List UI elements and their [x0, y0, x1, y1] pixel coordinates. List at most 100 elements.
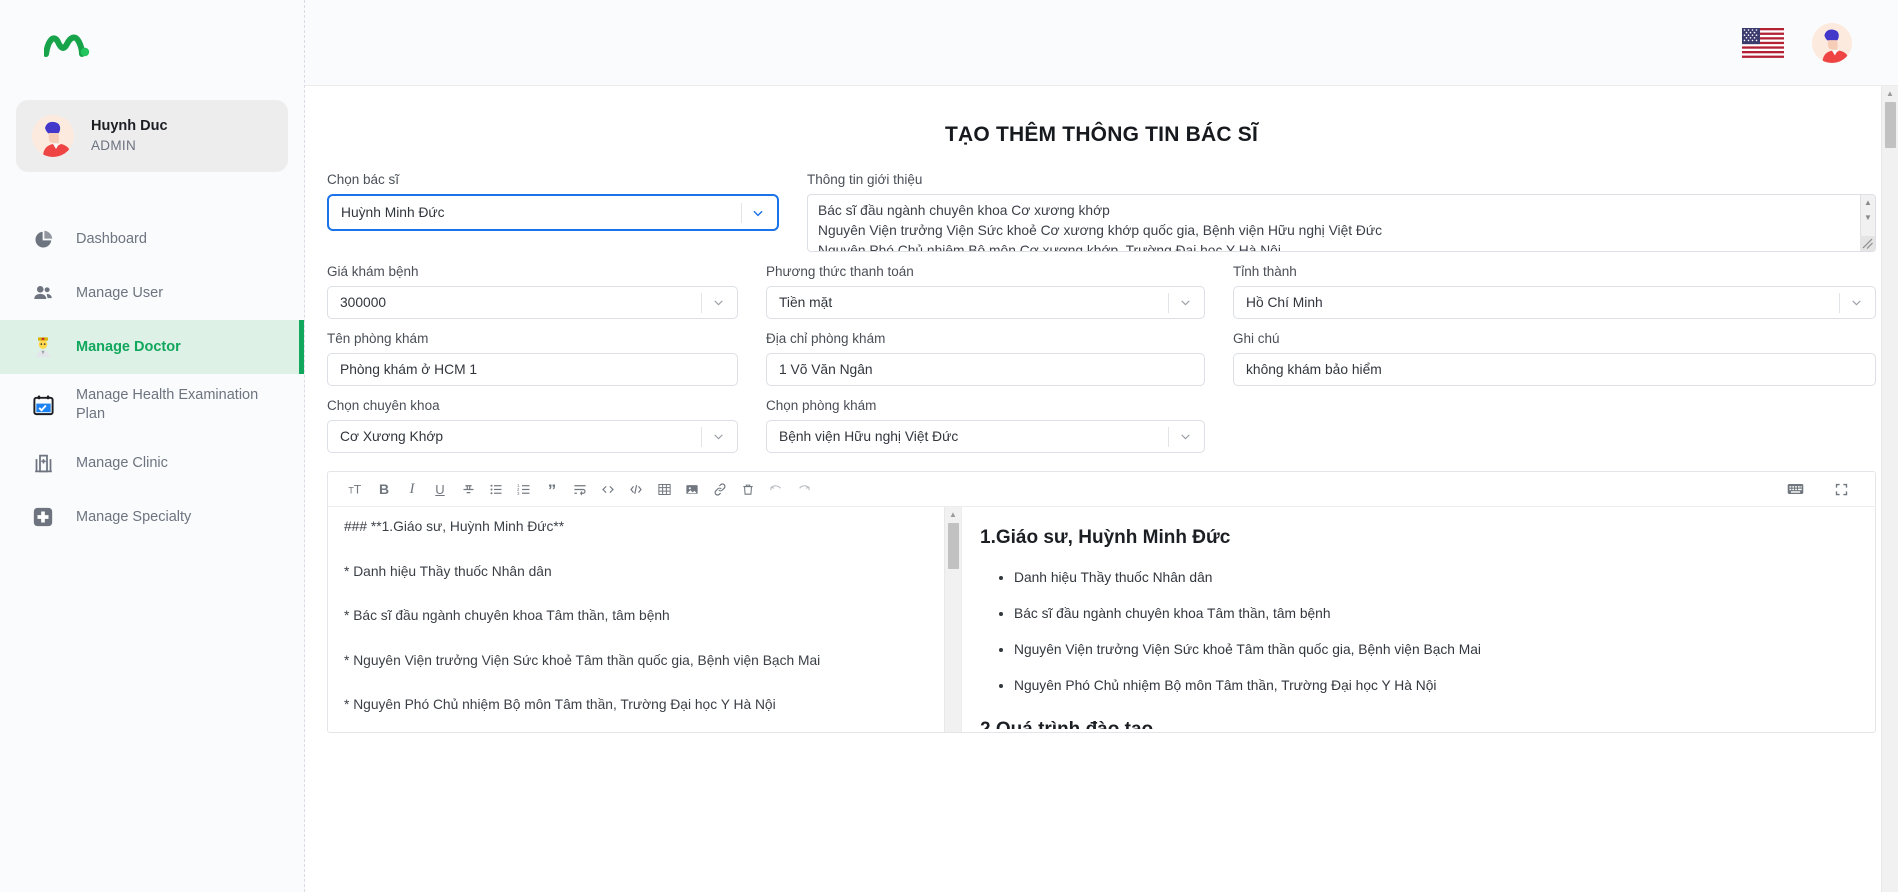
intro-line: Nguyên Phó Chủ nhiệm Bộ môn Cơ xương khớ… [818, 243, 1281, 252]
specialty-select[interactable]: Cơ Xương Khớp [327, 420, 738, 453]
topbar-avatar[interactable] [1812, 22, 1852, 63]
scrollbar-thumb[interactable] [947, 523, 959, 569]
source-pane-scrollbar[interactable]: ▲ [944, 507, 961, 732]
sidebar-item-manage-doctor[interactable]: Manage Doctor [0, 320, 304, 374]
list-item: Bác sĩ đầu ngành chuyên khoa Tâm thần, t… [1014, 606, 1849, 621]
divider [1839, 292, 1840, 313]
scroll-down-icon[interactable]: ▼ [1864, 214, 1872, 222]
payment-value: Tiền mặt [779, 295, 833, 310]
doctor-select[interactable]: Huỳnh Minh Đức [327, 194, 779, 231]
unordered-list-icon[interactable] [482, 476, 510, 502]
clinic-name-value: Phòng khám ở HCM 1 [340, 362, 478, 377]
sidebar-user-role: ADMIN [91, 137, 136, 153]
keyboard-icon[interactable] [1781, 476, 1809, 502]
intro-line: Bác sĩ đầu ngành chuyên khoa Cơ xương kh… [818, 203, 1110, 218]
payment-select[interactable]: Tiền mặt [766, 286, 1205, 319]
markdown-preview-pane: 1.Giáo sư, Huỳnh Minh Đức Danh hiệu Thầy… [962, 507, 1875, 732]
note-value: không khám bảo hiểm [1246, 362, 1382, 377]
markdown-source-text: ### **1.Giáo sư, Huỳnh Minh Đức** * Danh… [328, 507, 961, 732]
field-label: Chọn chuyên khoa [327, 398, 440, 413]
field-label: Giá khám bệnh [327, 264, 419, 279]
chevron-down-icon[interactable] [1849, 296, 1863, 309]
quote-icon[interactable]: ” [538, 476, 566, 502]
scroll-up-icon[interactable]: ▲ [949, 511, 957, 519]
clinic-name-input[interactable]: Phòng khám ở HCM 1 [327, 353, 738, 386]
markdown-line: * Bác sĩ đầu ngành chuyên khoa Tâm thần,… [344, 608, 670, 623]
field-doctor: Chọn bác sĩ Huỳnh Minh Đức [327, 172, 779, 252]
markdown-line: * Danh hiệu Thầy thuốc Nhân dân [344, 563, 552, 579]
page-scrollbar[interactable]: ▲ [1881, 86, 1898, 892]
field-specialty: Chọn chuyên khoa Cơ Xương Khớp [327, 398, 738, 453]
sidebar-user-card[interactable]: Huynh Duc ADMIN [16, 100, 288, 172]
indent-icon[interactable] [566, 476, 594, 502]
image-icon[interactable] [678, 476, 706, 502]
list-item: Nguyên Phó Chủ nhiệm Bộ môn Tâm thần, Tr… [1014, 678, 1849, 693]
field-intro: Thông tin giới thiệu Bác sĩ đầu ngành ch… [807, 172, 1876, 252]
scroll-up-icon[interactable]: ▲ [1864, 199, 1872, 207]
province-select[interactable]: Hồ Chí Minh [1233, 286, 1876, 319]
scroll-up-icon[interactable]: ▲ [1886, 90, 1894, 98]
sidebar-nav: Dashboard Manage User Manage Doctor Mana… [0, 212, 304, 544]
clinic-address-value: 1 Võ Văn Ngân [779, 362, 873, 377]
chevron-down-icon[interactable] [711, 296, 725, 309]
scrollbar-thumb[interactable] [1884, 102, 1896, 148]
markdown-editor: TT B I U 123 ” ### **1.Giáo sư, Huỳnh Mi… [327, 471, 1876, 733]
inline-code-icon[interactable] [594, 476, 622, 502]
field-label: Thông tin giới thiệu [807, 172, 923, 187]
intro-textarea[interactable]: Bác sĩ đầu ngành chuyên khoa Cơ xương kh… [807, 194, 1876, 252]
clinic-address-input[interactable]: 1 Võ Văn Ngân [766, 353, 1205, 386]
intro-line: Nguyên Viện trưởng Viện Sức khoẻ Cơ xươn… [818, 223, 1383, 238]
sidebar-item-label: Manage Clinic [76, 454, 168, 471]
bold-icon[interactable]: B [370, 476, 398, 502]
sidebar-item-manage-clinic[interactable]: Manage Clinic [0, 436, 304, 490]
sidebar-item-label: Manage Health Examination Plan [76, 387, 259, 422]
resize-grip-icon[interactable] [1860, 236, 1875, 251]
note-input[interactable]: không khám bảo hiểm [1233, 353, 1876, 386]
divider [701, 292, 702, 313]
form-row-3: Tên phòng khám Phòng khám ở HCM 1 Địa ch… [327, 331, 1876, 386]
avatar [32, 115, 74, 157]
chevron-down-icon[interactable] [711, 430, 725, 443]
trash-icon[interactable] [734, 476, 762, 502]
chevron-down-icon[interactable] [1178, 296, 1192, 309]
ordered-list-icon[interactable]: 123 [510, 476, 538, 502]
form-row-4: Chọn chuyên khoa Cơ Xương Khớp Chọn phòn… [327, 398, 1876, 453]
app-logo[interactable] [0, 0, 304, 78]
field-label: Ghi chú [1233, 331, 1280, 346]
markdown-line: * Nguyên Phó Chủ nhiệm Bộ môn Tâm thần, … [344, 697, 776, 712]
redo-icon[interactable] [790, 476, 818, 502]
price-select[interactable]: 300000 [327, 286, 738, 319]
pie-chart-icon [30, 226, 56, 252]
sidebar-item-label: Manage Specialty [76, 508, 192, 525]
underline-icon[interactable]: U [426, 476, 454, 502]
field-clinic: Chọn phòng khám Bệnh viện Hữu nghị Việt … [766, 398, 1205, 453]
table-icon[interactable] [650, 476, 678, 502]
us-flag-icon[interactable] [1742, 27, 1784, 58]
sidebar-item-manage-user[interactable]: Manage User [0, 266, 304, 320]
app-root: Huynh Duc ADMIN Dashboard Manage User Ma… [0, 0, 1898, 892]
divider [701, 426, 702, 447]
svg-text:3: 3 [517, 491, 520, 496]
undo-icon[interactable] [762, 476, 790, 502]
chevron-down-icon[interactable] [751, 206, 765, 220]
chevron-down-icon[interactable] [1178, 430, 1192, 443]
topbar [305, 0, 1898, 86]
logo-icon [43, 34, 90, 57]
markdown-source-pane[interactable]: ### **1.Giáo sư, Huỳnh Minh Đức** * Danh… [328, 507, 962, 732]
font-size-icon[interactable]: TT [342, 476, 370, 502]
divider [1168, 426, 1169, 447]
province-value: Hồ Chí Minh [1246, 295, 1323, 310]
link-icon[interactable] [706, 476, 734, 502]
clinic-select[interactable]: Bệnh viện Hữu nghị Việt Đức [766, 420, 1205, 453]
strikethrough-icon[interactable] [454, 476, 482, 502]
field-clinic-address: Địa chỉ phòng khám 1 Võ Văn Ngân [766, 331, 1205, 386]
sidebar-item-manage-health-examination-plan[interactable]: Manage Health Examination Plan [0, 374, 304, 436]
doctor-select-value: Huỳnh Minh Đức [341, 205, 445, 220]
italic-icon[interactable]: I [398, 476, 426, 502]
divider [1168, 292, 1169, 313]
sidebar-item-dashboard[interactable]: Dashboard [0, 212, 304, 266]
code-block-icon[interactable] [622, 476, 650, 502]
sidebar-item-manage-specialty[interactable]: Manage Specialty [0, 490, 304, 544]
fullscreen-icon[interactable] [1827, 476, 1855, 502]
price-value: 300000 [340, 295, 387, 310]
